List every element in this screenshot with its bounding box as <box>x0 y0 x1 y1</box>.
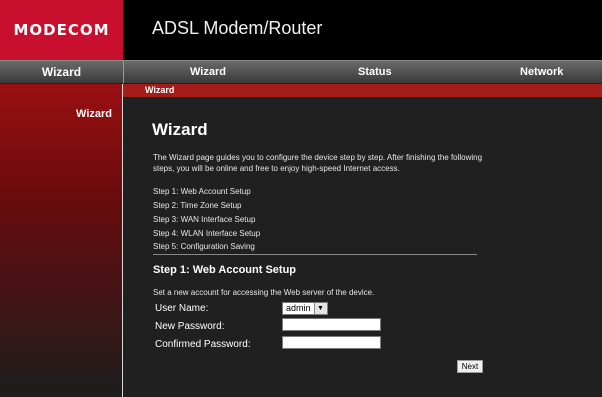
breadcrumb: Wizard <box>145 85 175 95</box>
step-5-text: Step 5: Configuration Saving <box>153 242 255 251</box>
breadcrumb-bar: Wizard <box>123 84 602 97</box>
nav-side-label: Wizard <box>0 61 124 83</box>
nav-tab-status[interactable]: Status <box>358 61 392 83</box>
step-2-text: Step 2: Time Zone Setup <box>153 201 242 210</box>
username-label: User Name: <box>155 303 209 314</box>
nav-tab-network[interactable]: Network <box>520 61 563 83</box>
confirm-password-label: Confirmed Password: <box>155 339 251 350</box>
top-nav: Wizard Wizard Status Network <box>0 60 602 84</box>
product-title: ADSL Modem/Router <box>152 18 323 38</box>
sidebar: Wizard <box>0 84 122 397</box>
username-value: admin <box>286 303 311 313</box>
step-3-text: Step 3: WAN Interface Setup <box>153 215 256 224</box>
brand-logo: MODECOM <box>0 0 123 60</box>
step-4-text: Step 4: WLAN Interface Setup <box>153 229 261 238</box>
page: MODECOM ADSL Modem/Router Wizard Wizard … <box>0 0 602 397</box>
section-title: Step 1: Web Account Setup <box>153 264 297 276</box>
new-password-label: New Password: <box>155 321 225 332</box>
dropdown-arrow-icon[interactable]: ▼ <box>314 303 327 314</box>
new-password-input[interactable] <box>282 318 381 331</box>
username-select[interactable]: admin ▼ <box>282 302 328 315</box>
section-divider <box>153 254 477 255</box>
sidebar-item-wizard[interactable]: Wizard <box>76 108 112 120</box>
page-title: Wizard <box>152 120 208 139</box>
confirm-password-input[interactable] <box>282 336 381 349</box>
wizard-description: The Wizard page guides you to configure … <box>153 153 483 173</box>
nav-tab-wizard[interactable]: Wizard <box>190 61 226 83</box>
logo-text: MODECOM <box>13 21 110 39</box>
next-button[interactable]: Next <box>457 360 483 373</box>
step-1-text: Step 1: Web Account Setup <box>153 187 251 196</box>
section-note: Set a new account for accessing the Web … <box>153 288 375 297</box>
header: MODECOM ADSL Modem/Router <box>0 0 602 60</box>
main-content: Wizard Wizard The Wizard page guides you… <box>123 84 602 397</box>
